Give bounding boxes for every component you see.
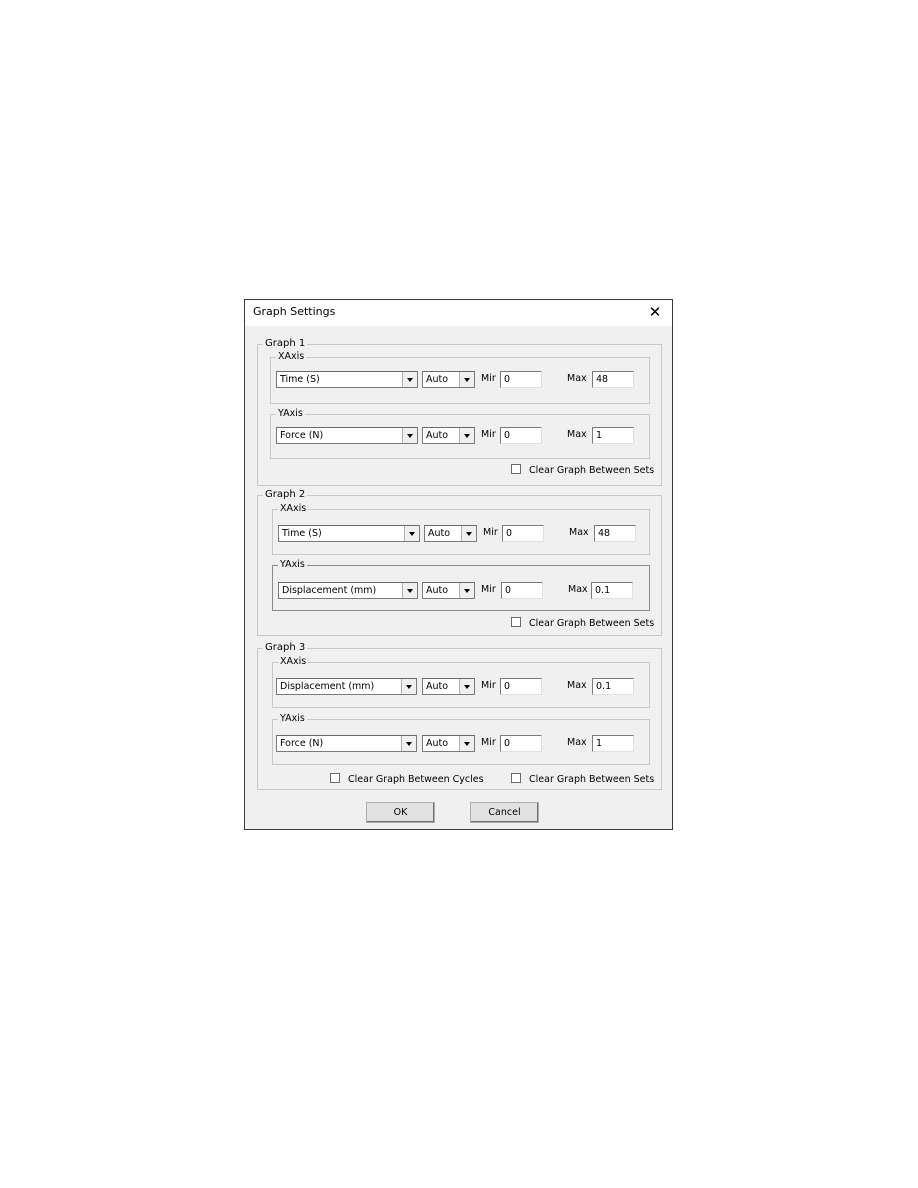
selected-value: Auto: [426, 374, 449, 385]
graph-2-xaxis-quantity-select[interactable]: Time (S): [278, 525, 420, 542]
graph-1-xaxis-quantity-select[interactable]: Time (S): [276, 371, 418, 388]
min-label: Mir: [481, 429, 496, 440]
chevron-down-icon[interactable]: [461, 526, 476, 541]
chevron-down-icon[interactable]: [459, 679, 474, 694]
graph-3-xaxis-group: XAxis Displacement (mm) Auto Mir 0 Max 0…: [272, 655, 650, 708]
graph-2-yaxis-mode-select[interactable]: Auto: [422, 582, 475, 599]
graph-2-yaxis-group: YAxis Displacement (mm) Auto Mir 0 Max 0…: [272, 558, 650, 611]
graph-3-group: Graph 3 XAxis Displacement (mm) Auto Mir…: [257, 641, 662, 790]
graph-2-xaxis-mode-select[interactable]: Auto: [424, 525, 477, 542]
checkbox-label: Clear Graph Between Sets: [529, 618, 655, 629]
chevron-down-icon[interactable]: [459, 736, 474, 751]
graph-1-xaxis-mode-select[interactable]: Auto: [422, 371, 475, 388]
graph-3-clear-between-sets-checkbox[interactable]: Clear Graph Between Sets: [511, 773, 654, 785]
max-label: Max: [567, 737, 587, 748]
graph-1-group: Graph 1 XAxis Time (S) Auto Mir 0 Max 48…: [257, 337, 662, 486]
selected-value: Auto: [426, 738, 449, 749]
checkbox-label: Clear Graph Between Cycles: [348, 774, 484, 785]
graph-1-xaxis-group: XAxis Time (S) Auto Mir 0 Max 48: [270, 350, 650, 404]
chevron-down-icon[interactable]: [459, 372, 474, 387]
min-label: Mir: [481, 373, 496, 384]
chevron-down-icon[interactable]: [401, 736, 416, 751]
chevron-down-icon[interactable]: [401, 679, 416, 694]
min-label: Mir: [483, 527, 498, 538]
graph-3-xaxis-quantity-select[interactable]: Displacement (mm): [276, 678, 417, 695]
selected-value: Auto: [426, 430, 449, 441]
selected-value: Time (S): [280, 374, 320, 385]
graph-2-yaxis-max-input[interactable]: 0.1: [591, 582, 633, 599]
graph-2-xaxis-min-input[interactable]: 0: [502, 525, 544, 542]
max-label: Max: [567, 680, 587, 691]
checkbox-box[interactable]: [511, 464, 521, 474]
chevron-down-icon[interactable]: [402, 428, 417, 443]
graph-3-yaxis-label: YAxis: [278, 712, 307, 726]
graph-3-yaxis-min-input[interactable]: 0: [500, 735, 542, 752]
selected-value: Displacement (mm): [282, 585, 377, 596]
graph-3-xaxis-max-input[interactable]: 0.1: [592, 678, 634, 695]
graph-1-yaxis-group: YAxis Force (N) Auto Mir 0 Max 1: [270, 407, 650, 459]
graph-3-xaxis-mode-select[interactable]: Auto: [422, 678, 475, 695]
selected-value: Auto: [426, 585, 449, 596]
checkbox-label: Clear Graph Between Sets: [529, 774, 655, 785]
selected-value: Displacement (mm): [280, 681, 375, 692]
graph-2-group: Graph 2 XAxis Time (S) Auto Mir 0 Max 48…: [257, 488, 662, 636]
graph-1-label: Graph 1: [263, 337, 308, 351]
selected-value: Auto: [426, 681, 449, 692]
graph-2-xaxis-group: XAxis Time (S) Auto Mir 0 Max 48: [272, 502, 650, 555]
graph-2-xaxis-label: XAxis: [278, 502, 309, 516]
min-label: Mir: [481, 680, 496, 691]
graph-settings-dialog: Graph Settings ✕ Graph 1 XAxis Time (S) …: [244, 299, 673, 830]
graph-3-xaxis-min-input[interactable]: 0: [500, 678, 542, 695]
selected-value: Force (N): [280, 430, 324, 441]
graph-1-xaxis-label: XAxis: [276, 350, 307, 364]
graph-3-xaxis-label: XAxis: [278, 655, 309, 669]
graph-2-clear-between-sets-checkbox[interactable]: Clear Graph Between Sets: [511, 617, 654, 629]
checkbox-box[interactable]: [511, 617, 521, 627]
checkbox-label: Clear Graph Between Sets: [529, 465, 655, 476]
graph-1-yaxis-label: YAxis: [276, 407, 305, 421]
graph-1-yaxis-max-input[interactable]: 1: [592, 427, 634, 444]
min-label: Mir: [481, 737, 496, 748]
chevron-down-icon[interactable]: [402, 372, 417, 387]
max-label: Max: [567, 373, 587, 384]
chevron-down-icon[interactable]: [459, 428, 474, 443]
graph-3-yaxis-group: YAxis Force (N) Auto Mir 0 Max 1: [272, 712, 650, 765]
ok-button[interactable]: OK: [366, 802, 435, 823]
max-label: Max: [568, 584, 588, 595]
graph-2-yaxis-label: YAxis: [278, 558, 307, 572]
cancel-button[interactable]: Cancel: [470, 802, 539, 823]
graph-1-xaxis-min-input[interactable]: 0: [500, 371, 542, 388]
selected-value: Force (N): [280, 738, 324, 749]
graph-3-yaxis-quantity-select[interactable]: Force (N): [276, 735, 417, 752]
dialog-title: Graph Settings: [253, 305, 336, 318]
selected-value: Time (S): [282, 528, 322, 539]
graph-2-yaxis-min-input[interactable]: 0: [501, 582, 543, 599]
graph-2-label: Graph 2: [263, 488, 308, 502]
graph-1-yaxis-min-input[interactable]: 0: [500, 427, 542, 444]
checkbox-box[interactable]: [330, 773, 340, 783]
chevron-down-icon[interactable]: [404, 526, 419, 541]
title-bar: Graph Settings ✕: [245, 300, 672, 326]
graph-1-xaxis-max-input[interactable]: 48: [592, 371, 634, 388]
graph-3-yaxis-max-input[interactable]: 1: [592, 735, 634, 752]
graph-2-yaxis-quantity-select[interactable]: Displacement (mm): [278, 582, 418, 599]
graph-3-clear-between-cycles-checkbox[interactable]: Clear Graph Between Cycles: [330, 773, 484, 785]
chevron-down-icon[interactable]: [459, 583, 474, 598]
chevron-down-icon[interactable]: [402, 583, 417, 598]
checkbox-box[interactable]: [511, 773, 521, 783]
max-label: Max: [569, 527, 589, 538]
selected-value: Auto: [428, 528, 451, 539]
min-label: Mir: [481, 584, 496, 595]
graph-1-clear-between-sets-checkbox[interactable]: Clear Graph Between Sets: [511, 464, 654, 476]
graph-3-yaxis-mode-select[interactable]: Auto: [422, 735, 475, 752]
graph-1-yaxis-quantity-select[interactable]: Force (N): [276, 427, 418, 444]
graph-2-xaxis-max-input[interactable]: 48: [594, 525, 636, 542]
max-label: Max: [567, 429, 587, 440]
graph-1-yaxis-mode-select[interactable]: Auto: [422, 427, 475, 444]
close-icon[interactable]: ✕: [646, 302, 664, 322]
graph-3-label: Graph 3: [263, 641, 308, 655]
